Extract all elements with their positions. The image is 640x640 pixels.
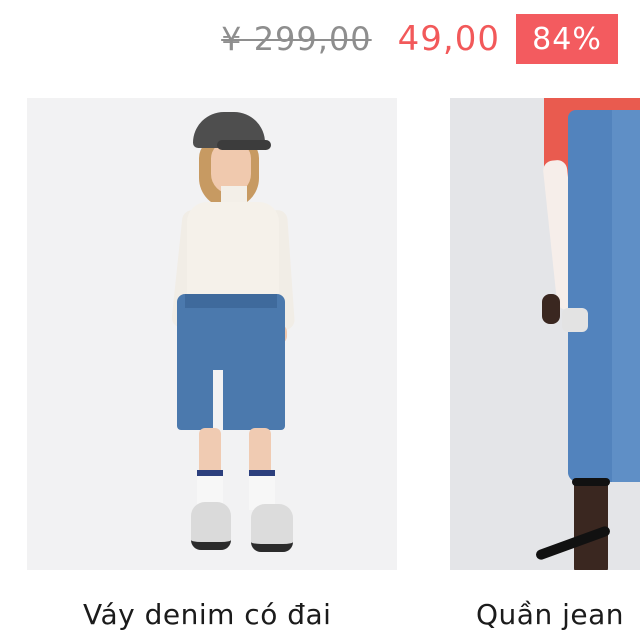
product-page: ¥ 299,00 49,00 84% Váy denim có đai Quần…	[0, 0, 640, 640]
jeans-rip	[562, 308, 588, 332]
left-sneaker	[191, 502, 231, 550]
denim-skirt	[177, 294, 285, 430]
product-card[interactable]: Váy denim có đai	[27, 98, 397, 631]
sandal-strap	[572, 478, 610, 486]
product-image[interactable]	[27, 98, 397, 570]
product-title[interactable]: Quần jean	[476, 598, 624, 631]
ankle	[574, 478, 608, 570]
original-price: ¥ 299,00	[221, 20, 372, 58]
product-card[interactable]: Quần jean	[450, 98, 640, 631]
discount-badge: 84%	[516, 14, 618, 64]
jeans-shade	[568, 110, 612, 482]
hand	[542, 294, 560, 324]
skirt-belt	[185, 294, 277, 308]
product-image[interactable]	[450, 98, 640, 570]
right-sneaker	[251, 504, 293, 552]
cap-brim	[217, 140, 271, 150]
sale-price: 49,00	[397, 19, 500, 59]
price-row: ¥ 299,00 49,00 84%	[221, 14, 618, 64]
product-title[interactable]: Váy denim có đai	[83, 598, 331, 631]
turtleneck-top	[187, 202, 279, 304]
skirt-slit	[213, 370, 223, 430]
